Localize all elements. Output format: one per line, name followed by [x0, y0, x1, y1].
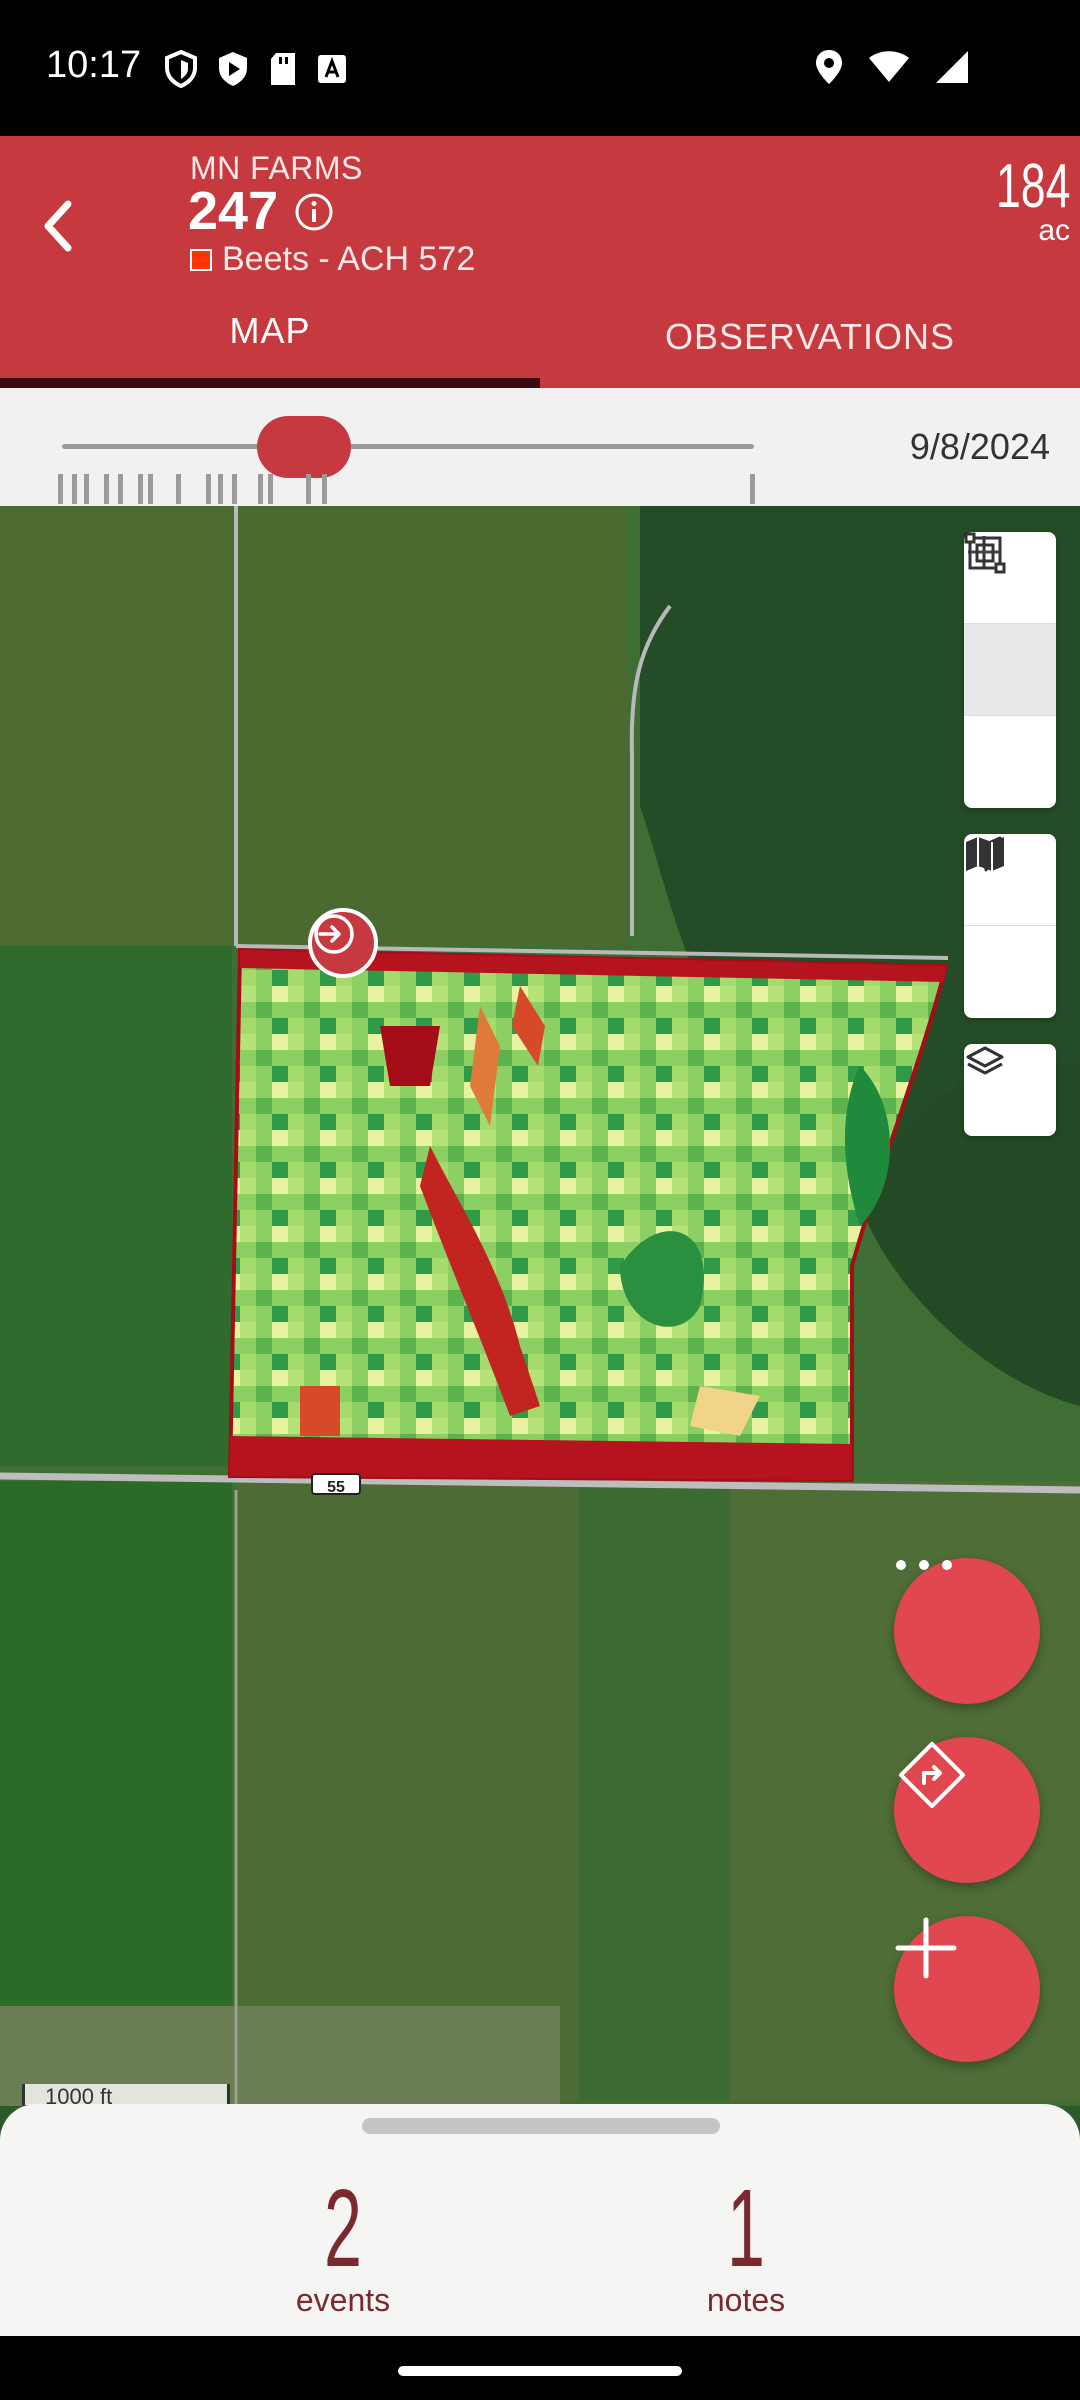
timeline-tick[interactable] — [750, 474, 755, 504]
notes-summary[interactable]: 1 notes — [596, 2174, 896, 2319]
timeline-tick[interactable] — [306, 474, 311, 504]
more-options-button[interactable] — [894, 1558, 1040, 1704]
shield-icon — [165, 50, 197, 88]
timeline-tick[interactable] — [118, 474, 123, 504]
timeline-tick[interactable] — [232, 474, 237, 504]
selected-date: 9/8/2024 — [909, 426, 1050, 467]
timeline-thumb[interactable] — [257, 416, 352, 478]
status-bar: 10:17 — [0, 0, 1080, 136]
timeline-tick[interactable] — [138, 474, 143, 504]
timeline-tick[interactable] — [148, 474, 153, 504]
events-summary[interactable]: 2 events — [193, 2174, 493, 2319]
zoom-out-button[interactable] — [964, 550, 1056, 716]
timeline-tick[interactable] — [58, 474, 63, 504]
layers-button[interactable] — [964, 1044, 1056, 1136]
timeline-tick[interactable] — [258, 474, 263, 504]
tab-observations[interactable]: OBSERVATIONS — [540, 300, 1080, 388]
timeline-tick[interactable] — [72, 474, 77, 504]
crop-color-swatch — [190, 248, 212, 271]
field-name: 247 — [188, 181, 279, 241]
info-icon[interactable] — [294, 192, 334, 232]
field-header: MN FARMS 247 Beets - ACH 572 184 ac MAP … — [0, 136, 1080, 388]
timeline-ticks — [58, 474, 758, 506]
layers-controls — [964, 1044, 1056, 1136]
sheet-handle[interactable] — [362, 2118, 720, 2134]
basemap-button[interactable] — [964, 837, 1056, 1018]
back-button[interactable] — [30, 186, 86, 266]
fit-bounds-button[interactable] — [964, 532, 1056, 808]
status-icons-left — [164, 50, 348, 88]
summary-sheet[interactable]: 2 events 1 notes — [0, 2104, 1080, 2336]
tab-map[interactable]: MAP — [0, 300, 540, 388]
status-time: 10:17 — [46, 44, 142, 86]
field-acreage: 184 ac — [967, 156, 1070, 248]
crop-label: Beets - ACH 572 — [222, 240, 476, 278]
play-protect-icon — [219, 52, 247, 86]
map-scale: 1000 ft — [22, 2084, 230, 2106]
timeline-tick[interactable] — [322, 474, 327, 504]
back-arrow-icon — [44, 200, 72, 252]
more-icon — [896, 1560, 952, 1570]
system-nav-bar — [0, 2336, 1080, 2400]
add-icon — [895, 1917, 957, 1979]
font-icon — [318, 55, 346, 83]
acres-value: 184 — [995, 152, 1070, 221]
layers-icon — [966, 1046, 1004, 1075]
timeline-tick[interactable] — [218, 474, 223, 504]
imagery-timeline: 9/8/2024 — [0, 388, 1080, 506]
location-icon — [816, 50, 842, 84]
road-shield-label: 55 — [327, 1479, 345, 1496]
directions-icon — [898, 1741, 966, 1809]
status-icons-right — [814, 48, 970, 86]
timeline-tick[interactable] — [84, 474, 89, 504]
app-root: 10:17 MN FARMS 247 Beets - ACH 572 184 a… — [0, 0, 1080, 2400]
timeline-tick[interactable] — [176, 474, 181, 504]
location-controls — [964, 834, 1056, 1018]
field-map[interactable]: 55 1000 ft — [0, 506, 1080, 2106]
timeline-tick[interactable] — [104, 474, 109, 504]
crop-info: Beets - ACH 572 — [190, 240, 475, 279]
enter-field-icon — [314, 914, 354, 954]
tab-bar: MAP OBSERVATIONS — [0, 300, 1080, 388]
zoom-controls — [964, 532, 1056, 808]
notes-count: 1 — [727, 2167, 765, 2290]
fit-bounds-icon — [964, 532, 1006, 574]
events-count: 2 — [324, 2167, 362, 2290]
timeline-track[interactable] — [62, 444, 754, 449]
signal-icon — [936, 51, 968, 83]
add-observation-button[interactable] — [894, 1916, 1040, 2062]
sd-card-icon — [271, 53, 295, 85]
field-entry-pin[interactable] — [308, 908, 378, 978]
timeline-tick[interactable] — [268, 474, 273, 504]
map-icon — [966, 837, 1004, 871]
directions-button[interactable] — [894, 1737, 1040, 1883]
home-gesture-pill[interactable] — [398, 2366, 682, 2376]
satellite-imagery: 55 — [0, 506, 1080, 2106]
wifi-icon — [869, 51, 909, 82]
timeline-tick[interactable] — [206, 474, 211, 504]
